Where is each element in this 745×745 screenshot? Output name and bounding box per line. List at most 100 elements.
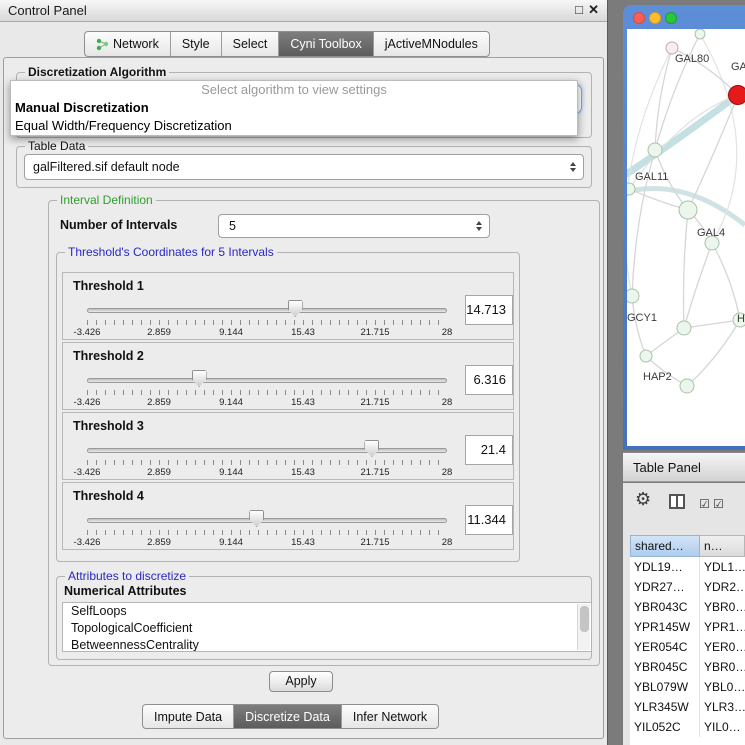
gear-icon[interactable]	[635, 489, 651, 510]
network-node-red[interactable]	[729, 86, 745, 105]
close-button[interactable]	[633, 12, 645, 24]
node-table: shared… n… YDL19…YDL1… YDR27…YDR2… YBR04…	[630, 535, 745, 745]
tab-cyni-toolbox[interactable]: Cyni Toolbox	[278, 32, 372, 56]
scale-label: 15.43	[291, 537, 315, 548]
slider-ticks	[87, 390, 447, 395]
apply-button[interactable]: Apply	[269, 671, 333, 692]
column-header-shared-name[interactable]: shared…	[630, 535, 700, 557]
tab-label: Network	[113, 37, 159, 51]
network-view-window: GAL80 GA GAL11 GAL4 GCY1 HAP2 H	[623, 5, 745, 450]
list-item[interactable]: TopologicalCoefficient	[63, 620, 591, 637]
spinner-stepper-icon	[476, 221, 482, 231]
interval-definition-group-title: Interval Definition	[57, 193, 156, 207]
tab-label: Style	[182, 37, 210, 51]
list-item[interactable]: BetweennessCentrality	[63, 637, 591, 652]
scale-label: 9.144	[219, 537, 243, 548]
table-data-combobox[interactable]: galFiltered.sif default node	[24, 154, 584, 180]
threshold-1-slider[interactable]: -3.426 2.859 9.144 15.43 21.715 28	[87, 299, 447, 339]
dropdown-option-equal-width-frequency[interactable]: Equal Width/Frequency Discretization	[11, 117, 577, 135]
tab-jactivemnodules[interactable]: jActiveMNodules	[373, 32, 489, 56]
columns-icon[interactable]	[669, 494, 685, 509]
threshold-2-value-field[interactable]: 6.316	[465, 365, 513, 395]
network-canvas[interactable]: GAL80 GA GAL11 GAL4 GCY1 HAP2 H	[627, 29, 745, 446]
tab-discretize-data[interactable]: Discretize Data	[233, 705, 341, 728]
cell: YBR045C	[630, 657, 700, 677]
scale-label: 9.144	[219, 327, 243, 338]
table-data-combobox-value: galFiltered.sif default node	[33, 155, 180, 179]
table-row[interactable]: YBL079WYBL0…	[630, 677, 745, 697]
list-item[interactable]: SelfLoops	[63, 603, 591, 620]
slider-thumb[interactable]	[364, 440, 379, 457]
table-row[interactable]: YDR27…YDR2…	[630, 577, 745, 597]
threshold-label: Threshold 1	[73, 279, 144, 293]
cell: YDL1…	[700, 557, 745, 577]
threshold-4-value-field[interactable]: 11.344	[465, 505, 513, 535]
slider-thumb[interactable]	[249, 510, 264, 527]
scrollbar-thumb[interactable]	[580, 606, 589, 632]
minimize-button[interactable]	[649, 12, 661, 24]
table-row[interactable]: YIL052CYIL0…	[630, 717, 745, 737]
dropdown-option-manual-discretization[interactable]: Manual Discretization	[11, 99, 577, 117]
numerical-attributes-list[interactable]: SelfLoops TopologicalCoefficient Between…	[62, 602, 592, 652]
slider-thumb[interactable]	[288, 300, 303, 317]
checkbox-icon[interactable]	[713, 497, 724, 511]
float-window-button[interactable]: □	[575, 2, 583, 17]
threshold-1-value-field[interactable]: 14.713	[465, 295, 513, 325]
tab-select[interactable]: Select	[221, 32, 279, 56]
table-row[interactable]: YPR145WYPR1…	[630, 617, 745, 637]
control-panel-window: Control Panel □ ✕ Network Styl	[0, 0, 608, 745]
node-label: GAL4	[697, 227, 725, 239]
close-window-button[interactable]: ✕	[588, 2, 599, 18]
scale-label: -3.426	[74, 397, 101, 408]
slider-thumb[interactable]	[192, 370, 207, 387]
tab-label: Infer Network	[353, 710, 427, 724]
threshold-panel-4: Threshold 4 -3.426 2.859 9.144 15.43 21.…	[62, 482, 514, 550]
tab-infer-network[interactable]: Infer Network	[341, 705, 438, 728]
scale-label: 28	[442, 327, 453, 338]
cell: YER0…	[700, 637, 745, 657]
table-row[interactable]: YBR045CYBR0…	[630, 657, 745, 677]
table-row[interactable]: YDL19…YDL1…	[630, 557, 745, 577]
slider-scale: -3.426 2.859 9.144 15.43 21.715 28	[87, 537, 447, 549]
window-title: Control Panel	[8, 3, 87, 18]
desktop: Control Panel □ ✕ Network Styl	[0, 0, 745, 745]
column-header-name[interactable]: n…	[700, 535, 745, 557]
zoom-button[interactable]	[665, 12, 677, 24]
table-row[interactable]: YLR345WYLR3…	[630, 697, 745, 717]
network-icon	[96, 38, 109, 51]
bottom-tab-bar: Impute Data Discretize Data Infer Networ…	[142, 704, 439, 729]
table-header-row: shared… n…	[630, 535, 745, 557]
scale-label: 21.715	[360, 537, 389, 548]
threshold-3-slider[interactable]: -3.426 2.859 9.144 15.43 21.715 28	[87, 439, 447, 479]
thresholds-group-title: Threshold's Coordinates for 5 Intervals	[65, 245, 277, 259]
threshold-3-value-field[interactable]: 21.4	[465, 435, 513, 465]
slider-track	[87, 378, 447, 383]
slider-scale: -3.426 2.859 9.144 15.43 21.715 28	[87, 327, 447, 339]
cell: YBR0…	[700, 657, 745, 677]
numerical-attributes-label: Numerical Attributes	[64, 584, 186, 598]
threshold-label: Threshold 3	[73, 419, 144, 433]
tab-label: Cyni Toolbox	[290, 37, 361, 51]
tab-label: Select	[233, 37, 268, 51]
tab-network[interactable]: Network	[85, 32, 170, 56]
scale-label: 2.859	[147, 467, 171, 478]
cell: YPR145W	[630, 617, 700, 637]
slider-scale: -3.426 2.859 9.144 15.43 21.715 28	[87, 467, 447, 479]
table-row[interactable]: YBR043CYBR0…	[630, 597, 745, 617]
threshold-label: Threshold 4	[73, 489, 144, 503]
scale-label: 28	[442, 537, 453, 548]
table-row[interactable]: YER054CYER0…	[630, 637, 745, 657]
tab-impute-data[interactable]: Impute Data	[143, 705, 233, 728]
tab-style[interactable]: Style	[170, 32, 221, 56]
threshold-2-slider[interactable]: -3.426 2.859 9.144 15.43 21.715 28	[87, 369, 447, 409]
threshold-4-slider[interactable]: -3.426 2.859 9.144 15.43 21.715 28	[87, 509, 447, 549]
slider-ticks	[87, 460, 447, 465]
cell: YER054C	[630, 637, 700, 657]
checkbox-icon[interactable]	[699, 497, 710, 511]
list-scrollbar[interactable]	[577, 604, 590, 650]
control-panel-titlebar: Control Panel □ ✕	[0, 0, 607, 22]
slider-track	[87, 518, 447, 523]
node-label: GAL11	[635, 171, 668, 183]
number-of-intervals-spinner[interactable]: 5	[218, 214, 490, 238]
number-of-intervals-value: 5	[229, 215, 236, 237]
